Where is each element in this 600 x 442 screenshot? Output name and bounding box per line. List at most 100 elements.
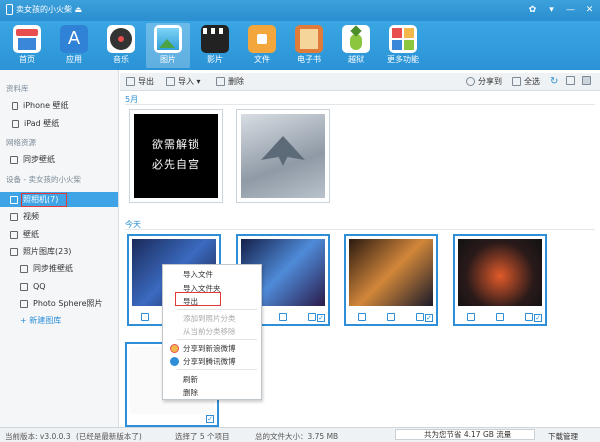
share-icon[interactable] <box>278 313 287 321</box>
share-button[interactable]: 分享到 <box>466 76 502 87</box>
traffic-savings: 共为您节省 4.17 GB 流量 <box>395 429 535 440</box>
menu-item-remove-from-album: 从当前分类移除 <box>183 327 236 336</box>
export-icon[interactable] <box>467 313 476 321</box>
photo-item[interactable] <box>236 109 330 203</box>
menu-separator <box>177 369 257 370</box>
nav-photos[interactable]: 图片 <box>146 23 190 68</box>
photo-item-selected[interactable]: ✓ <box>344 234 438 326</box>
sidebar-item-iphone-wallpaper[interactable]: iPhone 壁纸 <box>0 98 118 113</box>
selected-count: 选择了 5 个项目 <box>175 432 230 441</box>
trash-icon[interactable] <box>524 313 533 321</box>
sidebar-item-sync-wallpaper[interactable]: 同步壁纸 <box>0 152 118 167</box>
list-view-icon <box>566 76 575 85</box>
photo-item[interactable]: 欲需解锁 必先自宫 <box>129 109 223 203</box>
skin-icon[interactable]: ✿ <box>526 3 539 16</box>
checkbox-icon[interactable]: ✓ <box>317 314 325 322</box>
trash-icon[interactable] <box>415 313 424 321</box>
phone-icon <box>6 4 13 15</box>
context-menu: 导入文件 导入文件夹 导出 添加到照片分类 从当前分类移除 分享到新浪微博 分享… <box>162 264 262 400</box>
menu-item-import-file[interactable]: 导入文件 <box>183 269 213 280</box>
folder-icon <box>248 25 276 53</box>
device-selector[interactable]: 卖女孩的小火柴 ⏏ <box>6 4 82 15</box>
photos-icon <box>154 25 182 53</box>
home-icon <box>13 25 41 53</box>
grid-view-icon <box>582 76 591 85</box>
checkbox-icon[interactable]: ✓ <box>534 314 542 322</box>
refresh-button[interactable]: ↻ <box>550 76 558 87</box>
game-art-image <box>349 239 433 306</box>
share-icon[interactable] <box>495 313 504 321</box>
menu-item-share-tencent[interactable]: 分享到腾讯微博 <box>183 356 236 367</box>
nav-ebooks[interactable]: 电子书 <box>287 23 331 68</box>
nav-movies[interactable]: 影片 <box>193 23 237 68</box>
trash-icon[interactable] <box>307 313 316 321</box>
version-text: 当前版本: v3.0.0.3 <box>5 432 71 441</box>
ebook-icon <box>295 25 323 53</box>
download-manager-button[interactable]: 下载管理 <box>548 431 578 442</box>
delete-button[interactable]: 删除 <box>216 76 244 87</box>
menu-item-share-weibo[interactable]: 分享到新浪微博 <box>183 343 236 354</box>
section-device: 设备 - 卖女孩的小火柴 <box>6 175 81 184</box>
album-icon <box>20 299 28 308</box>
share-icon[interactable] <box>386 313 395 321</box>
divider <box>125 104 595 105</box>
sidebar-item-sync-push[interactable]: 同步推壁纸 <box>0 261 118 276</box>
export-icon <box>126 77 135 86</box>
nav-music[interactable]: 音乐 <box>99 23 143 68</box>
sidebar-item-wallpaper[interactable]: 壁纸 <box>0 227 118 242</box>
sidebar: 资料库 iPhone 壁纸 iPad 壁纸 网络资源 同步壁纸 设备 - 卖女孩… <box>0 70 119 427</box>
new-gallery-button[interactable]: + 新建图库 <box>0 313 118 328</box>
export-highlight <box>175 292 221 306</box>
share-icon <box>466 77 475 86</box>
export-icon[interactable] <box>358 313 367 321</box>
more-icon <box>389 25 417 53</box>
nav-home[interactable]: 首页 <box>5 23 49 68</box>
view-list-button[interactable] <box>566 76 575 85</box>
minimize-icon[interactable]: — <box>564 3 577 16</box>
view-grid-button[interactable] <box>582 76 591 85</box>
video-icon <box>10 212 18 221</box>
meme-image: 欲需解锁 必先自宫 <box>134 114 218 198</box>
sidebar-item-ipad-wallpaper[interactable]: iPad 壁纸 <box>0 116 118 131</box>
checkbox-icon[interactable]: ✓ <box>206 415 214 423</box>
album-icon <box>20 282 28 291</box>
close-icon[interactable]: ✕ <box>583 3 596 16</box>
menu-separator <box>177 339 257 340</box>
menu-item-refresh[interactable]: 刷新 <box>183 374 198 385</box>
action-bar: 导出 导入 ▾ 删除 分享到 全选 ↻ <box>120 73 600 91</box>
wallpaper-icon <box>10 155 18 164</box>
refresh-icon: ↻ <box>550 76 559 87</box>
nav-files[interactable]: 文件 <box>240 23 284 68</box>
import-button[interactable]: 导入 ▾ <box>166 76 201 87</box>
device-name: 卖女孩的小火柴 ⏏ <box>16 5 83 14</box>
weibo-icon <box>170 344 179 353</box>
export-button[interactable]: 导出 <box>126 76 154 87</box>
menu-item-add-to-album: 添加到照片分类 <box>183 314 236 323</box>
sidebar-item-photo-sphere[interactable]: Photo Sphere照片 <box>0 296 118 311</box>
menu-item-delete[interactable]: 删除 <box>183 387 198 398</box>
section-network: 网络资源 <box>6 138 36 147</box>
game-art-image <box>458 239 542 306</box>
tablet-icon <box>12 119 19 128</box>
export-icon[interactable] <box>141 313 150 321</box>
select-all-button[interactable]: 全选 <box>512 76 540 87</box>
main-nav: 首页 A 应用 音乐 图片 影片 文件 电子书 越狱 更多功能 <box>0 21 600 70</box>
checkbox-icon <box>512 77 521 86</box>
nav-jailbreak[interactable]: 越狱 <box>334 23 378 68</box>
phone-icon <box>12 101 18 110</box>
nav-apps[interactable]: A 应用 <box>52 23 96 68</box>
camera-highlight <box>21 193 67 207</box>
camera-icon <box>10 195 18 204</box>
section-library: 资料库 <box>6 84 29 93</box>
menu-icon[interactable]: ▾ <box>545 3 558 16</box>
pineapple-icon <box>342 25 370 53</box>
sidebar-item-video[interactable]: 视频 <box>0 209 118 224</box>
sidebar-item-gallery[interactable]: 照片图库(23) <box>0 244 118 259</box>
checkbox-icon[interactable]: ✓ <box>425 314 433 322</box>
trash-icon <box>216 77 225 86</box>
nav-more[interactable]: 更多功能 <box>381 23 425 68</box>
menu-separator <box>177 309 257 310</box>
music-icon <box>107 25 135 53</box>
sidebar-item-qq[interactable]: QQ <box>0 279 118 294</box>
photo-item-selected[interactable]: ✓ <box>453 234 547 326</box>
